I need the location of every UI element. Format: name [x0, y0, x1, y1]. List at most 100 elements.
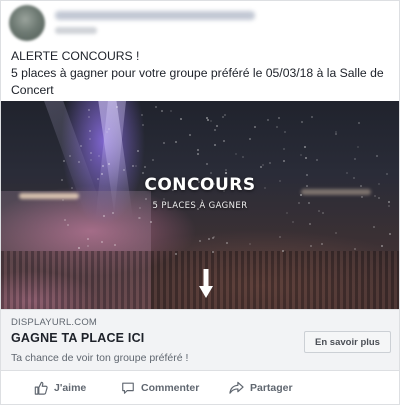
confetti-speck [223, 140, 226, 143]
confetti-speck [335, 232, 338, 235]
confetti-speck [137, 150, 139, 153]
confetti-speck [300, 153, 303, 156]
confetti-speck [161, 110, 164, 113]
confetti-speck [334, 132, 337, 135]
confetti-speck [101, 164, 104, 167]
confetti-speck [90, 158, 93, 161]
confetti-speck [152, 158, 155, 161]
confetti-speck [376, 154, 379, 157]
confetti-speck [113, 244, 116, 247]
confetti-speck [179, 117, 182, 120]
post-text-line: 5 places à gagner pour votre groupe préf… [11, 66, 384, 80]
confetti-speck [249, 243, 252, 246]
post-header [1, 1, 399, 45]
comment-icon [122, 382, 134, 394]
confetti-speck [212, 235, 215, 238]
link-preview[interactable]: DISPLAYURL.COM GAGNE TA PLACE ICI Ta cha… [1, 309, 399, 371]
confetti-speck [86, 237, 89, 240]
confetti-speck [389, 233, 392, 236]
confetti-speck [132, 165, 134, 168]
confetti-speck [301, 121, 304, 124]
confetti-speck [170, 110, 173, 113]
confetti-speck [87, 109, 90, 112]
confetti-speck [278, 236, 281, 239]
learn-more-button[interactable]: En savoir plus [304, 331, 391, 353]
confetti-speck [141, 113, 144, 116]
confetti-speck [321, 212, 324, 215]
confetti-speck [209, 119, 212, 122]
post-text: ALERTE CONCOURS ! 5 places à gagner pour… [11, 48, 395, 99]
confetti-speck [224, 113, 227, 116]
confetti-speck [354, 157, 357, 160]
confetti-speck [235, 153, 238, 156]
comment-button[interactable]: Commenter [121, 378, 199, 398]
confetti-speck [79, 144, 82, 147]
confetti-speck [106, 130, 109, 133]
confetti-speck [320, 243, 323, 246]
confetti-speck [262, 163, 265, 166]
confetti-speck [209, 171, 212, 174]
hero-title: CONCOURS [144, 175, 256, 195]
confetti-speck [77, 246, 80, 249]
confetti-speck [66, 223, 69, 226]
confetti-speck [225, 241, 228, 244]
link-title[interactable]: GAGNE TA PLACE ICI [11, 331, 144, 345]
confetti-speck [189, 133, 192, 136]
confetti-speck [353, 248, 356, 251]
confetti-speck [197, 152, 200, 155]
confetti-speck [282, 159, 285, 162]
confetti-speck [141, 124, 144, 127]
confetti-speck [89, 130, 92, 133]
like-label: J'aime [54, 382, 87, 394]
confetti-speck [356, 145, 359, 148]
hero-image[interactable]: CONCOURS 5 PLACES À GAGNER [1, 101, 399, 309]
confetti-speck [224, 168, 227, 171]
share-icon [229, 381, 244, 394]
confetti-speck [162, 142, 165, 145]
page-name-blurred[interactable] [55, 11, 255, 20]
avatar[interactable] [9, 5, 45, 41]
confetti-speck [89, 137, 92, 140]
sponsored-meta-blurred [55, 27, 97, 34]
confetti-speck [143, 166, 146, 169]
confetti-speck [378, 197, 381, 200]
confetti-speck [214, 143, 217, 146]
confetti-speck [374, 195, 377, 198]
confetti-speck [137, 216, 140, 219]
display-url: DISPLAYURL.COM [11, 317, 98, 328]
comment-label: Commenter [141, 382, 200, 394]
confetti-speck [310, 116, 313, 118]
confetti-speck [100, 240, 103, 243]
arrow-down-icon [199, 269, 213, 298]
confetti-speck [254, 125, 257, 128]
confetti-speck [316, 158, 319, 161]
hero-subtitle: 5 PLACES À GAGNER [152, 201, 248, 211]
confetti-speck [196, 148, 199, 151]
link-description: Ta chance de voir ton groupe préféré ! [11, 352, 189, 364]
like-button[interactable]: J'aime [34, 378, 86, 398]
confetti-speck [269, 161, 272, 164]
confetti-speck [111, 212, 114, 215]
confetti-speck [207, 238, 210, 241]
post-text-line: Concert [11, 83, 54, 97]
confetti-speck [309, 244, 312, 247]
confetti-speck [241, 155, 244, 158]
confetti-speck [346, 172, 349, 175]
confetti-speck [163, 198, 166, 201]
confetti-speck [259, 166, 262, 169]
confetti-speck [304, 156, 307, 159]
action-bar: J'aime Commenter Partager [1, 373, 399, 403]
share-label: Partager [250, 382, 293, 394]
confetti-speck [380, 245, 383, 248]
confetti-speck [174, 140, 177, 143]
confetti-speck [248, 138, 251, 141]
confetti-speck [284, 131, 287, 134]
confetti-speck [98, 155, 101, 158]
confetti-speck [68, 154, 71, 157]
confetti-speck [88, 116, 91, 119]
confetti-speck [358, 121, 361, 124]
post-text-line: ALERTE CONCOURS ! [11, 49, 140, 63]
confetti-speck [292, 220, 295, 223]
confetti-speck [206, 119, 209, 122]
share-button[interactable]: Partager [229, 378, 293, 398]
